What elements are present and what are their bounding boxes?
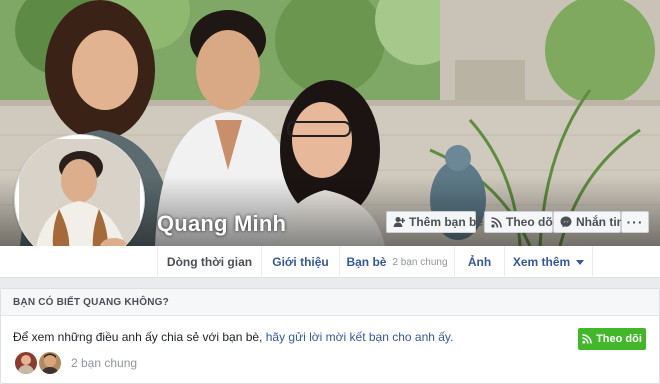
tab-friends[interactable]: Bạn bè 2 bạn chung	[339, 246, 454, 278]
rss-follow-icon	[582, 334, 592, 344]
tab-timeline[interactable]: Dòng thời gian	[157, 246, 261, 278]
timeline-navigation: Dòng thời gian Giới thiệu Bạn bè 2 bạn c…	[0, 246, 660, 278]
caret-down-icon	[576, 259, 585, 265]
tab-more-label: Xem thêm	[512, 255, 571, 269]
more-options-button[interactable]: ···	[621, 211, 649, 233]
tab-about[interactable]: Giới thiệu	[261, 246, 339, 278]
messenger-icon	[560, 216, 572, 228]
card-follow-label: Theo dõi	[596, 333, 642, 345]
profile-page: Quang Minh Thêm bạn bè Theo dõi Nhắn tin…	[0, 0, 660, 384]
tab-friends-mutual-count: 2 bạn chung	[392, 256, 448, 268]
mutual-friends-count[interactable]: 2 bạn chung	[71, 356, 137, 370]
card-header: BẠN CÓ BIẾT QUANG KHÔNG?	[1, 289, 659, 316]
follow-label: Theo dõi	[506, 215, 556, 229]
card-message: Để xem những điều anh ấy chia sẻ với bạn…	[13, 330, 453, 344]
more-options-label: ···	[626, 214, 644, 230]
mutual-friends-avatars	[13, 350, 65, 376]
add-friend-button[interactable]: Thêm bạn bè	[386, 211, 483, 233]
rss-follow-icon	[491, 216, 502, 228]
add-friend-label: Thêm bạn bè	[409, 215, 484, 229]
card-follow-button[interactable]: Theo dõi	[578, 328, 646, 350]
do-you-know-card: BẠN CÓ BIẾT QUANG KHÔNG? Để xem những đi…	[0, 288, 660, 384]
message-button[interactable]: Nhắn tin	[553, 211, 624, 233]
tab-timeline-label: Dòng thời gian	[166, 255, 253, 269]
send-friend-request-link[interactable]: hãy gửi lời mời kết bạn cho anh ấy.	[266, 330, 454, 344]
profile-picture-image	[19, 139, 140, 260]
tab-more[interactable]: Xem thêm	[504, 246, 593, 278]
mutual-friend-avatar[interactable]	[13, 350, 39, 376]
add-friend-icon	[393, 216, 405, 228]
tab-friends-label: Bạn bè	[346, 255, 387, 269]
tab-photos[interactable]: Ảnh	[454, 246, 504, 278]
tab-about-label: Giới thiệu	[272, 255, 329, 269]
tab-photos-label: Ảnh	[467, 255, 492, 269]
follow-button[interactable]: Theo dõi	[484, 211, 556, 233]
message-label: Nhắn tin	[576, 215, 624, 229]
card-message-text: Để xem những điều anh ấy chia sẻ với bạn…	[13, 330, 266, 344]
profile-name[interactable]: Quang Minh	[157, 211, 286, 237]
mutual-friend-avatar[interactable]	[37, 350, 63, 376]
card-title: BẠN CÓ BIẾT QUANG KHÔNG?	[13, 297, 169, 308]
